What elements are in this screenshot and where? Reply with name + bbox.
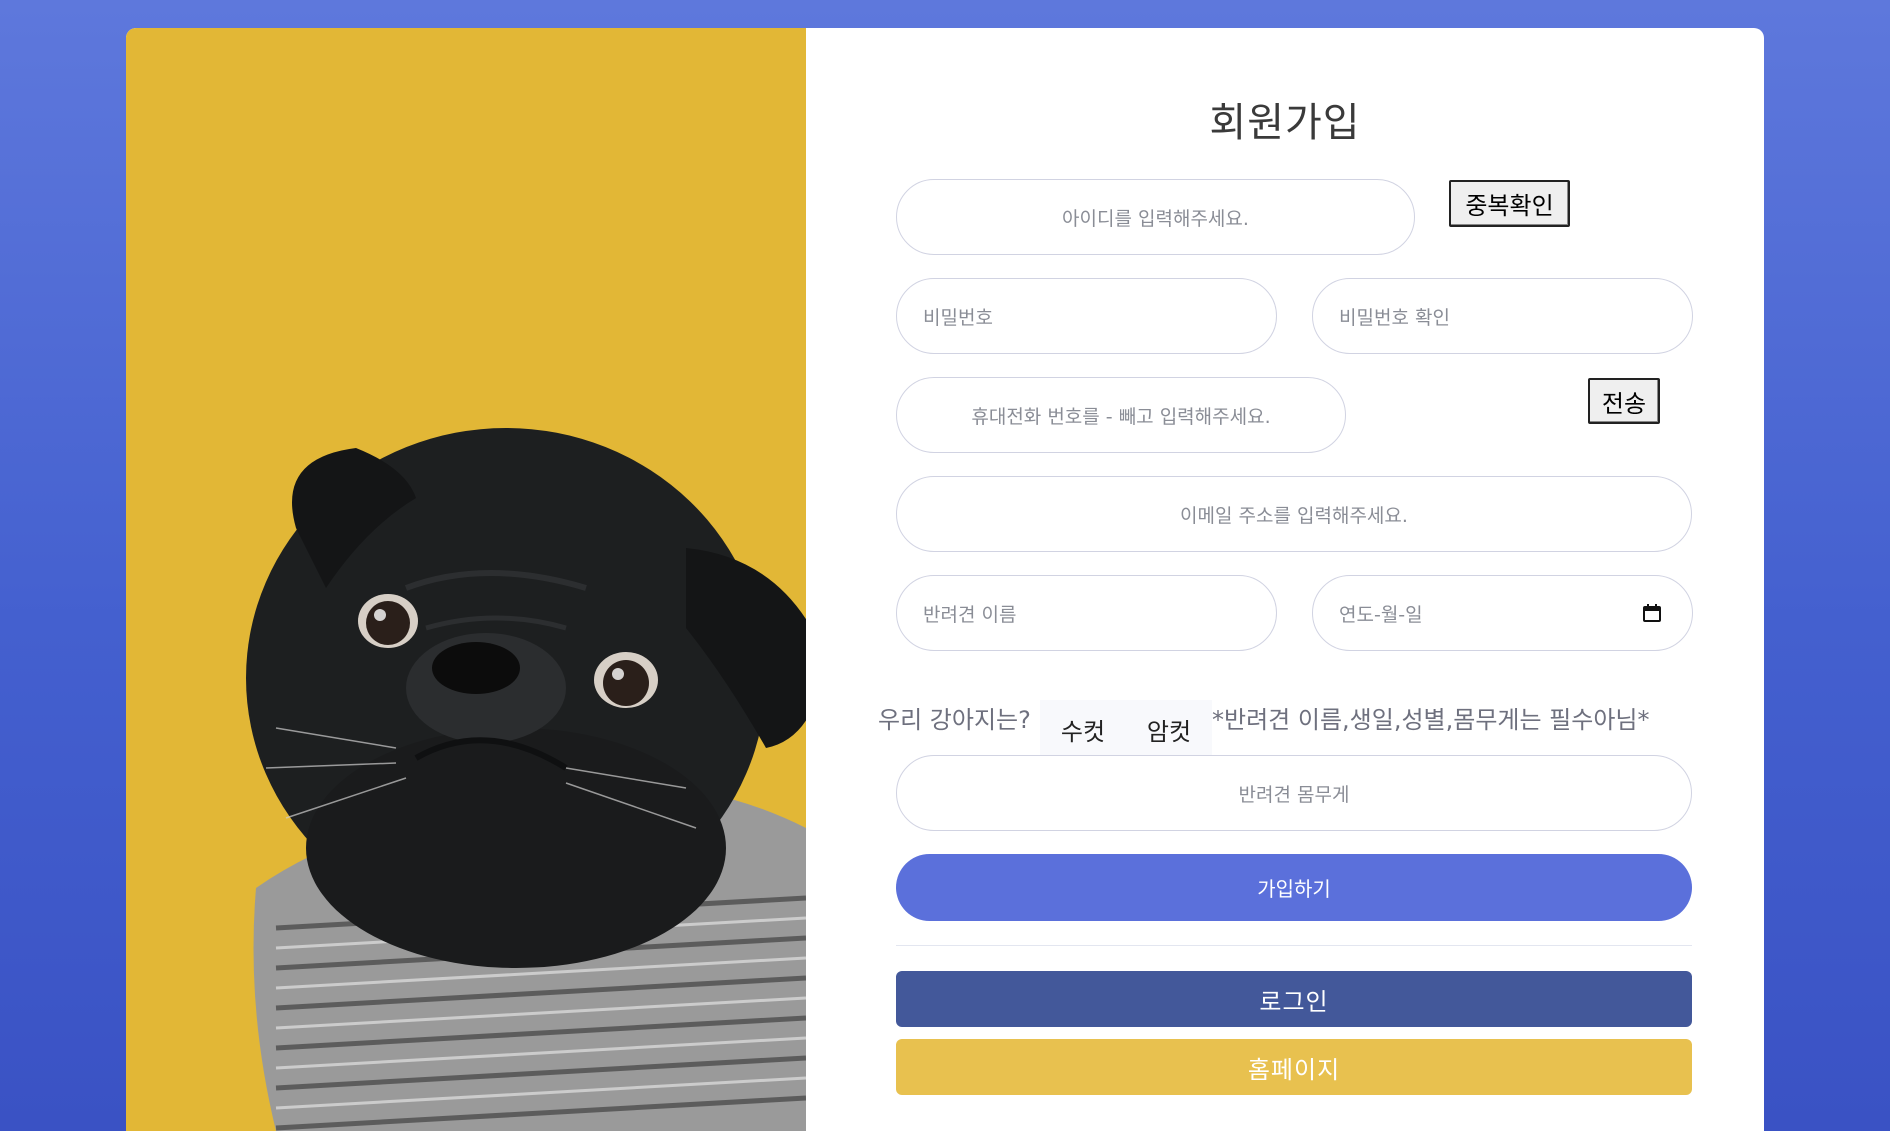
signup-form: 회원가입 아이디를 입력해주세요. 중복확인 비밀번호 비밀번호 확인 휴대전화… [806,28,1764,1131]
send-button[interactable]: 전송 [1588,378,1660,424]
gender-option-female[interactable]: 암컷 [1126,700,1212,758]
duplicate-check-button[interactable]: 중복확인 [1449,180,1570,227]
gender-row: 우리 강아지는? 수컷 암컷 *반려견 이름,생일,성별,몸무게는 필수아님* [806,700,1764,760]
password-confirm-input[interactable]: 비밀번호 확인 [1312,278,1693,354]
pet-name-input[interactable]: 반려견 이름 [896,575,1277,651]
divider [896,945,1692,946]
page-title: 회원가입 [1209,100,1361,146]
homepage-button[interactable]: 홈페이지 [896,1039,1692,1095]
gender-option-male[interactable]: 수컷 [1040,700,1126,758]
pet-weight-input[interactable]: 반려견 몸무게 [896,755,1692,831]
email-input[interactable]: 이메일 주소를 입력해주세요. [896,476,1692,552]
userid-input[interactable]: 아이디를 입력해주세요. [896,179,1415,255]
signup-card: 회원가입 아이디를 입력해주세요. 중복확인 비밀번호 비밀번호 확인 휴대전화… [126,28,1764,1131]
password-input[interactable]: 비밀번호 [896,278,1277,354]
date-placeholder: 연도-월-일 [1339,603,1423,626]
gender-note: *반려견 이름,생일,성별,몸무게는 필수아님* [1212,706,1650,734]
gender-label: 우리 강아지는? [878,706,1031,734]
calendar-icon[interactable] [1642,603,1662,623]
pug-illustration [246,428,826,1131]
pet-birthday-input[interactable]: 연도-월-일 [1312,575,1693,651]
phone-input[interactable]: 휴대전화 번호를 - 빼고 입력해주세요. [896,377,1346,453]
login-button[interactable]: 로그인 [896,971,1692,1027]
pug-photo [126,28,826,1131]
signup-button[interactable]: 가입하기 [896,854,1692,921]
